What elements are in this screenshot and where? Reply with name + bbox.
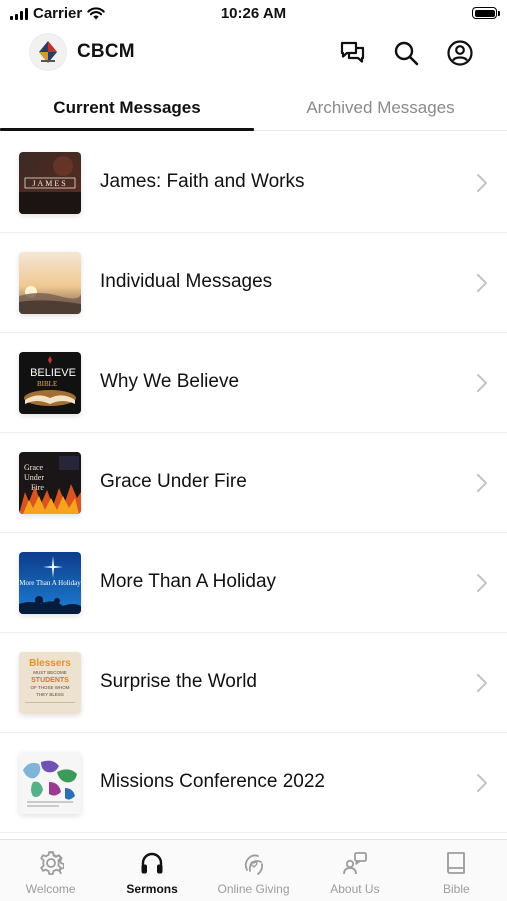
chevron-right-icon	[477, 374, 487, 392]
tab-archived-messages[interactable]: Archived Messages	[254, 88, 507, 128]
app-title: CBCM	[77, 41, 135, 62]
series-thumbnail	[19, 752, 81, 814]
thumb-text: JAMES	[32, 179, 67, 188]
message-title: More Than A Holiday	[100, 571, 277, 592]
message-row-missions-conference-2022[interactable]: Missions Conference 2022	[0, 733, 507, 833]
chevron-right-icon	[477, 274, 487, 292]
svg-text:MUST BECOME: MUST BECOME	[33, 670, 66, 675]
about-us-icon	[341, 849, 369, 877]
search-icon[interactable]	[391, 38, 421, 68]
tab-active-indicator	[0, 128, 254, 131]
tabbar-label: Welcome	[25, 882, 76, 896]
tabbar-label: Online Giving	[217, 882, 290, 896]
svg-text:Fire: Fire	[31, 483, 44, 492]
message-title: Individual Messages	[100, 271, 273, 292]
message-title: James: Faith and Works	[100, 171, 305, 192]
chat-bubbles-icon[interactable]	[338, 38, 368, 68]
account-icon[interactable]	[445, 38, 475, 68]
church-logo	[29, 33, 67, 71]
app-header: CBCM	[0, 30, 507, 76]
headphones-icon	[138, 849, 166, 877]
thumb-text: BELIEVE	[30, 367, 76, 379]
status-bar: Carrier 10:26 AM	[0, 0, 507, 28]
series-thumbnail: BELIEVE BIBLE	[19, 352, 81, 414]
logo-mark-icon	[39, 41, 57, 63]
status-time: 10:26 AM	[220, 5, 287, 22]
svg-text:STUDENTS: STUDENTS	[31, 677, 69, 684]
message-row-james[interactable]: JAMES James: Faith and Works	[0, 133, 507, 233]
tabbar-item-about-us[interactable]: About Us	[304, 840, 405, 901]
battery-icon	[472, 7, 500, 19]
message-tabs: Current Messages Archived Messages	[0, 88, 507, 134]
bottom-tab-bar: Welcome Sermons Online Giving About Us B…	[0, 839, 507, 901]
tabbar-label: Sermons	[126, 882, 178, 896]
svg-text:Under: Under	[24, 473, 44, 482]
chevron-right-icon	[477, 774, 487, 792]
message-title: Missions Conference 2022	[100, 771, 325, 792]
tabbar-label: About Us	[330, 882, 380, 896]
tabbar-item-bible[interactable]: Bible	[406, 840, 507, 901]
svg-text:More Than A Holiday: More Than A Holiday	[19, 579, 81, 587]
series-thumbnail: More Than A Holiday	[19, 552, 81, 614]
tabbar-item-online-giving[interactable]: Online Giving	[203, 840, 304, 901]
svg-text:Blessers: Blessers	[29, 658, 71, 669]
chevron-right-icon	[477, 674, 487, 692]
tabbar-item-welcome[interactable]: Welcome	[0, 840, 101, 901]
message-title: Surprise the World	[100, 671, 257, 692]
chevron-right-icon	[477, 174, 487, 192]
book-icon	[442, 849, 470, 877]
series-thumbnail: Grace Under Fire	[19, 452, 81, 514]
chevron-right-icon	[477, 474, 487, 492]
svg-text:BIBLE: BIBLE	[37, 380, 57, 388]
tab-current-messages[interactable]: Current Messages	[0, 88, 254, 128]
series-thumbnail	[19, 252, 81, 314]
message-list: JAMES James: Faith and Works Individual …	[0, 133, 507, 833]
message-title: Grace Under Fire	[100, 471, 247, 492]
message-row-individual[interactable]: Individual Messages	[0, 233, 507, 333]
message-row-why-we-believe[interactable]: BELIEVE BIBLE Why We Believe	[0, 333, 507, 433]
series-thumbnail: JAMES	[19, 152, 81, 214]
message-row-more-than-a-holiday[interactable]: More Than A Holiday More Than A Holiday	[0, 533, 507, 633]
svg-text:OF THOSE WHOM: OF THOSE WHOM	[31, 685, 70, 690]
tabbar-item-sermons[interactable]: Sermons	[101, 840, 202, 901]
svg-text:Grace: Grace	[24, 463, 44, 472]
message-row-surprise-the-world[interactable]: Blessers MUST BECOME STUDENTS OF THOSE W…	[0, 633, 507, 733]
message-row-grace-under-fire[interactable]: Grace Under Fire Grace Under Fire	[0, 433, 507, 533]
gear-icon	[37, 849, 65, 877]
message-title: Why We Believe	[100, 371, 240, 392]
svg-text:THEY BLESS: THEY BLESS	[36, 692, 64, 697]
tabbar-label: Bible	[442, 882, 470, 896]
giving-hand-icon	[240, 849, 268, 877]
chevron-right-icon	[477, 574, 487, 592]
series-thumbnail: Blessers MUST BECOME STUDENTS OF THOSE W…	[19, 652, 81, 714]
